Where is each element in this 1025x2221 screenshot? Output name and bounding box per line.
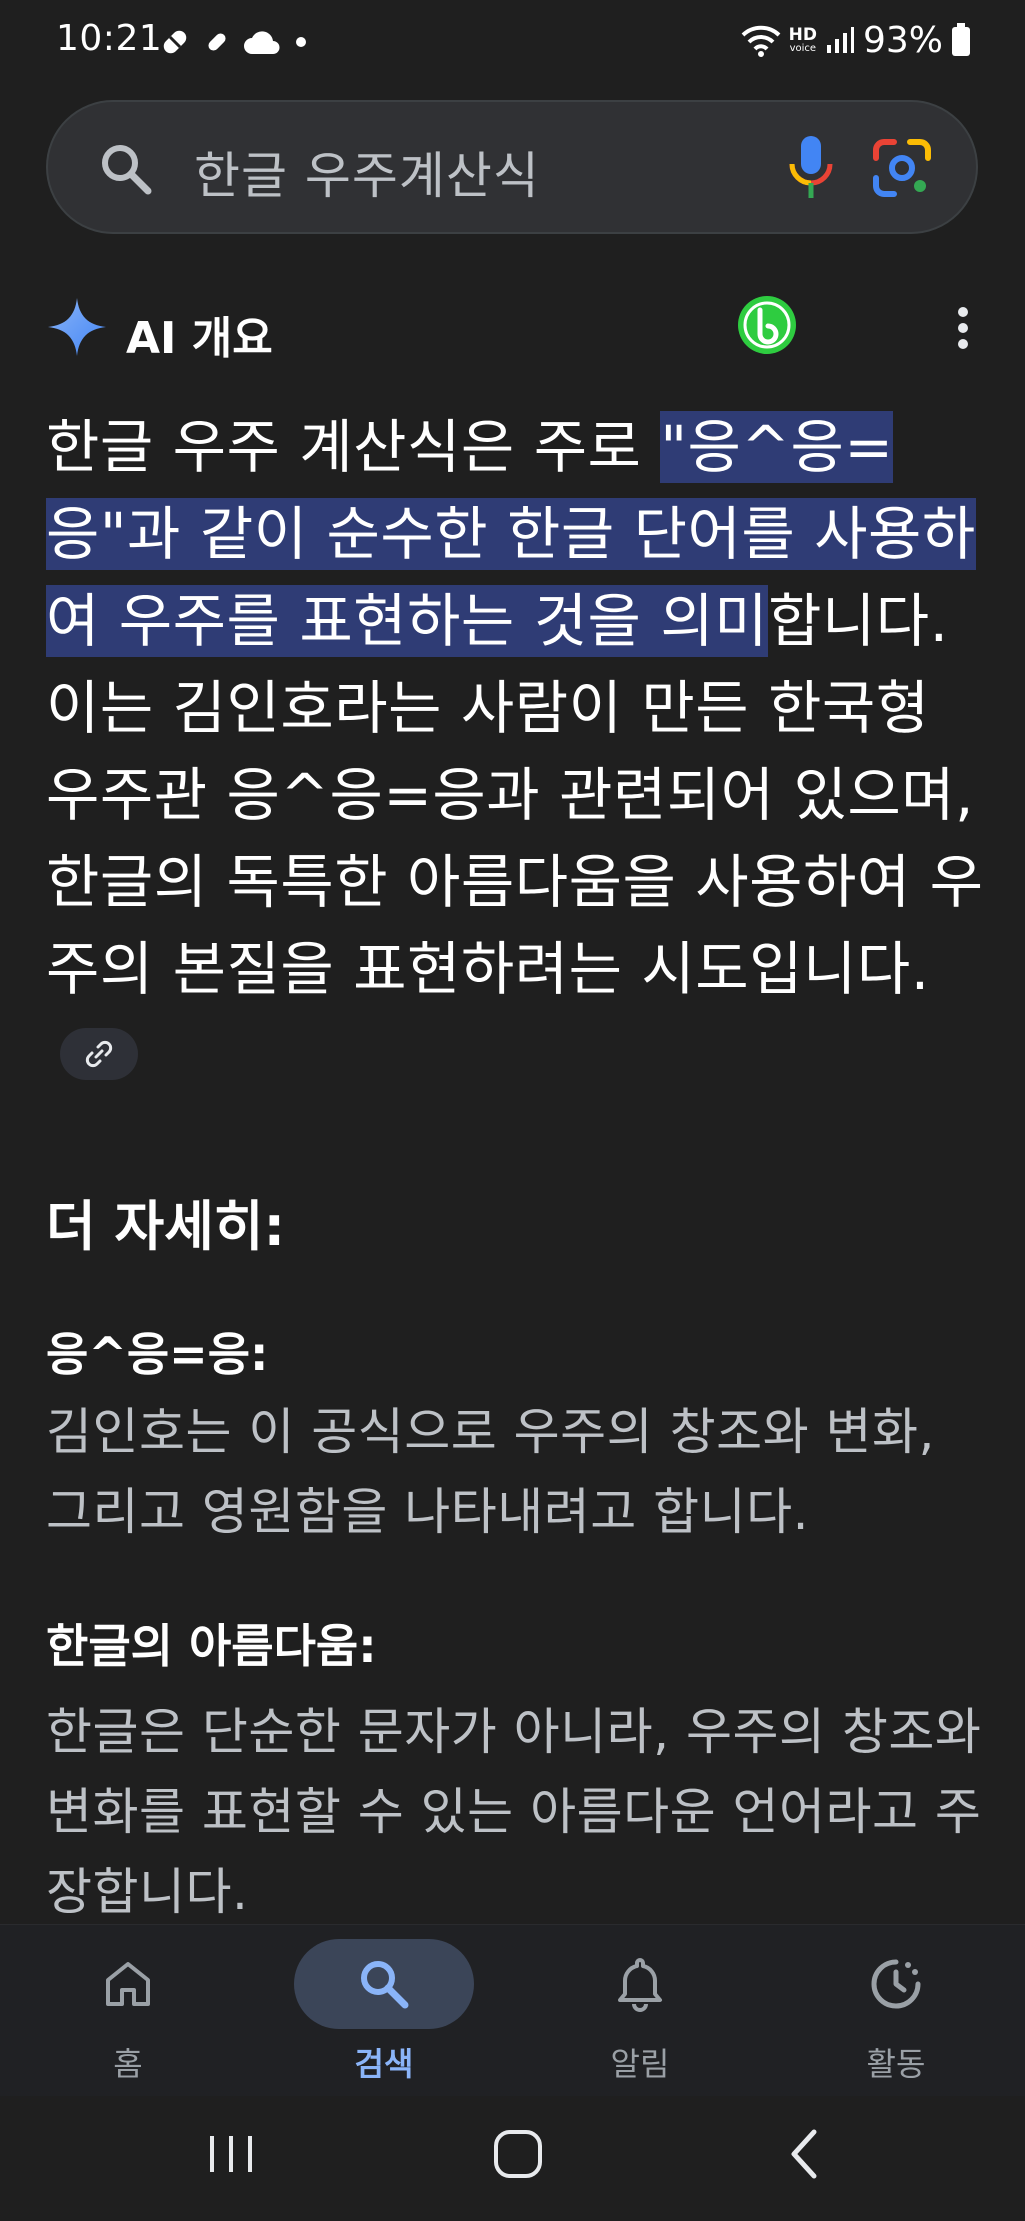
system-navigation-bar	[0, 2096, 1025, 2221]
more-detail-heading: 더 자세히:	[46, 1195, 286, 1258]
ai-overview-text: 한글 우주 계산식은 주로 "응^응=응"과 같이 순수한 한글 단어를 사용하…	[46, 404, 986, 1100]
section-text: 김인호는 이 공식으로 우주의 창조와 변화, 그리고 영원함을 나타내려고 합…	[46, 1403, 935, 1541]
nav-label: 검색	[354, 2045, 414, 2083]
notification-icons	[158, 22, 308, 62]
status-right: HD voice 93%	[741, 16, 971, 64]
dot-icon	[296, 37, 306, 47]
hd-voice-indicator: HD voice	[788, 24, 817, 54]
nav-label: 활동	[866, 2045, 926, 2083]
nav-item-activity[interactable]: 활동	[796, 1925, 996, 2097]
extension-badge-icon[interactable]	[736, 294, 798, 356]
bottom-navigation: 홈 검색 알림 활동	[0, 1924, 1025, 2096]
section-heading: 한글의 아름다움:	[46, 1619, 377, 1673]
section-heading: 응^응=응:	[46, 1327, 269, 1381]
recent-apps-icon[interactable]	[206, 2126, 256, 2182]
status-time: 10:21	[56, 18, 163, 59]
pill-icon	[163, 30, 187, 54]
nav-item-home[interactable]: 홈	[28, 1925, 228, 2097]
home-button-icon[interactable]	[490, 2126, 546, 2182]
search-query[interactable]: 한글 우주계산식	[194, 136, 540, 208]
nav-item-notifications[interactable]: 알림	[540, 1925, 740, 2097]
cloud-icon	[244, 31, 280, 54]
ai-overview-header: AI 개요	[46, 290, 986, 370]
battery-percent: 93%	[862, 19, 943, 61]
mic-icon[interactable]	[786, 134, 836, 202]
back-icon[interactable]	[784, 2126, 824, 2182]
nav-item-search[interactable]: 검색	[284, 1925, 484, 2097]
search-icon	[102, 145, 152, 195]
lens-icon[interactable]	[870, 136, 934, 200]
search-icon	[361, 1961, 409, 2009]
link-icon	[85, 1040, 113, 1068]
ai-text-prefix: 한글 우주 계산식은 주로	[46, 413, 661, 481]
status-bar: 10:21 HD voice 93%	[0, 0, 1025, 82]
nav-label: 홈	[113, 2045, 143, 2083]
search-bar[interactable]: 한글 우주계산식	[46, 100, 978, 234]
activity-icon	[871, 1959, 921, 2009]
section-text: 한글은 단순한 문자가 아니라, 우주의 창조와 변화를 표현할 수 있는 아름…	[46, 1703, 982, 1921]
battery-icon	[952, 23, 970, 56]
ai-overview-title: AI 개요	[126, 313, 273, 364]
home-icon	[106, 1962, 150, 2006]
bell-icon	[618, 1958, 662, 2012]
nav-label: 알림	[610, 2045, 670, 2083]
source-link-chip[interactable]	[60, 1027, 138, 1080]
pill-small-icon	[208, 33, 226, 51]
wifi-icon	[741, 25, 781, 57]
gemini-spark-icon	[48, 298, 106, 356]
signal-icon	[826, 27, 854, 53]
screen: 10:21 HD voice 93% 한글 우주계산식 AI 개요 한글 우주 …	[0, 0, 1025, 2221]
more-vert-icon[interactable]	[946, 300, 980, 356]
